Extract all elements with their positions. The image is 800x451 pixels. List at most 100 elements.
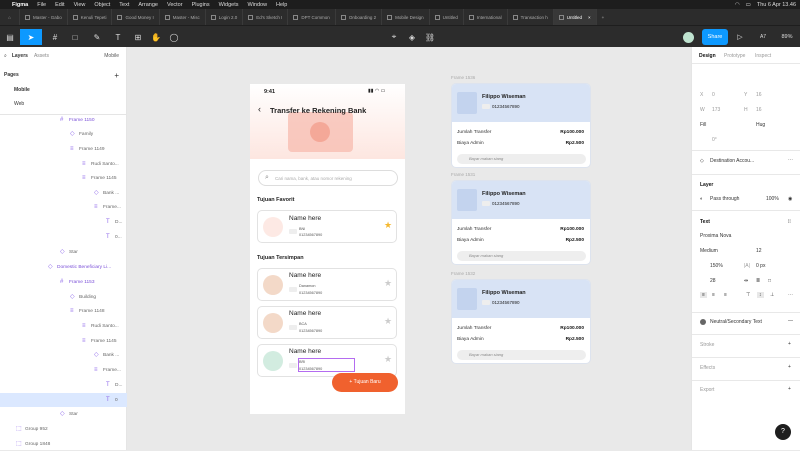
new-tab-icon[interactable]: + (597, 9, 610, 25)
add-effect-icon[interactable]: + (788, 364, 791, 370)
autoheight-icon[interactable]: ≣ (756, 278, 760, 284)
zoom-level[interactable]: 89% (776, 29, 798, 45)
menu-edit[interactable]: Edit (55, 2, 64, 8)
page-select[interactable]: Mobile (104, 53, 119, 59)
transfer-card[interactable]: Filippo Wiseman 01234567890 Jumlah Trans… (451, 83, 591, 168)
menu-view[interactable]: View (74, 2, 86, 8)
clock[interactable]: Thu 6 Apr 13.46 (757, 2, 796, 8)
star-icon[interactable]: ★ (384, 354, 392, 365)
menu-plugins[interactable]: Plugins (192, 2, 210, 8)
layer-item[interactable]: ⬚ Group 952 (16, 422, 143, 436)
present-icon[interactable]: ▷ (734, 29, 746, 45)
file-tab[interactable]: Onboarding 2 (336, 9, 383, 25)
wifi-icon[interactable]: ◠ (735, 2, 740, 8)
file-tab[interactable]: Untitled (430, 9, 464, 25)
tab-prototype[interactable]: Prototype (724, 53, 745, 59)
transfer-card[interactable]: Filippo Wiseman 01234567890 Jumlah Trans… (451, 279, 591, 364)
star-icon[interactable]: ★ (384, 220, 392, 231)
resize-fill[interactable]: Fill (700, 122, 706, 128)
figma-home-icon[interactable]: ⌂ (0, 9, 20, 25)
mask-icon[interactable]: ◈ (404, 29, 420, 45)
search-icon[interactable]: ⌕ (4, 53, 7, 59)
tab-design[interactable]: Design (699, 53, 716, 59)
ai-icon[interactable]: A7 (756, 29, 770, 45)
file-tab[interactable]: Login 2.0 (206, 9, 244, 25)
align-top-icon[interactable]: ⊤ (746, 292, 750, 298)
menu-widgets[interactable]: Widgets (219, 2, 239, 8)
star-icon[interactable]: ★ (384, 316, 392, 327)
frame-tool-icon[interactable]: # (46, 29, 64, 45)
paragraph-spacing-input[interactable]: 28 (710, 278, 716, 284)
line-height-input[interactable]: 150% (710, 263, 723, 269)
fixed-size-icon[interactable]: □ (768, 278, 771, 284)
w-input[interactable]: 173 (712, 107, 720, 113)
frame-label[interactable]: Frame 1532 (451, 271, 475, 276)
file-tab[interactable]: Good Money I (112, 9, 160, 25)
move-tool-icon[interactable]: ➤ (20, 29, 42, 45)
tab-assets[interactable]: Assets (34, 53, 49, 59)
font-weight-select[interactable]: Medium (700, 248, 718, 254)
component-icon[interactable]: ⌖ (386, 29, 402, 45)
blend-mode-select[interactable]: Pass through (710, 196, 739, 202)
file-tab-active[interactable]: Untitled × (553, 9, 597, 25)
back-icon[interactable]: ‹ (258, 104, 261, 114)
link-icon[interactable]: ⛓ (422, 29, 438, 45)
autowidth-icon[interactable]: ⇹ (744, 278, 748, 284)
align-right-icon[interactable]: ≡ (724, 292, 727, 298)
component-name[interactable]: Destination Accou... (710, 158, 754, 164)
resize-hug[interactable]: Hug (756, 122, 765, 128)
y-input[interactable]: 16 (756, 92, 762, 98)
menu-arrange[interactable]: Arrange (138, 2, 158, 8)
mobile-frame[interactable]: 9:41 ▮▮ ◠ ▭ ‹ Transfer ke Rekening Bank … (250, 84, 405, 414)
tab-inspect[interactable]: Inspect (755, 53, 771, 59)
add-page-icon[interactable]: + (114, 71, 119, 80)
align-bottom-icon[interactable]: ⊥ (770, 292, 774, 298)
menu-help[interactable]: Help (276, 2, 287, 8)
font-size-input[interactable]: 12 (756, 248, 762, 254)
resources-icon[interactable]: ⊞ (130, 29, 146, 45)
file-tab[interactable]: Transaction h (508, 9, 554, 25)
file-tab[interactable]: Master - Gabo (20, 9, 68, 25)
hand-tool-icon[interactable]: ✋ (148, 29, 164, 45)
saved-card[interactable]: Name here BCA 01234567890 ★ (257, 306, 397, 339)
file-tab[interactable]: Kenuli Tepeti (68, 9, 113, 25)
rotation-input[interactable]: 0° (712, 137, 717, 143)
align-middle-icon[interactable]: ↕ (757, 292, 764, 298)
file-tab[interactable]: Ed's Sketch I (243, 9, 289, 25)
add-stroke-icon[interactable]: + (788, 341, 791, 347)
detach-icon[interactable]: — (788, 318, 793, 324)
pen-tool-icon[interactable]: ✎ (88, 29, 106, 45)
menu-figma[interactable]: Figma (12, 2, 28, 8)
letter-spacing-input[interactable]: 0 px (756, 263, 765, 269)
add-export-icon[interactable]: + (788, 386, 791, 392)
add-destination-button[interactable]: + Tujuan Baru (332, 373, 398, 392)
avatar[interactable] (680, 29, 696, 45)
align-left-icon[interactable]: ≡ (700, 292, 707, 298)
file-tab[interactable]: DPT Common (288, 9, 336, 25)
align-center-icon[interactable]: ≡ (712, 292, 715, 298)
frame-label[interactable]: Frame 1531 (451, 172, 475, 177)
more-icon[interactable]: ⋯ (788, 292, 793, 298)
page-item-mobile[interactable]: Mobile (14, 83, 141, 97)
favorite-card[interactable]: Name here BNI 01234567890 ★ (257, 210, 397, 243)
h-input[interactable]: 16 (756, 107, 762, 113)
tab-layers[interactable]: Layers (12, 53, 28, 59)
text-style-name[interactable]: Neutral/Secondary Text (710, 319, 762, 325)
share-button[interactable]: Share (702, 29, 728, 45)
x-input[interactable]: 0 (712, 92, 715, 98)
close-icon[interactable]: × (588, 15, 591, 20)
layer-item-selected[interactable]: T0 (0, 393, 127, 407)
menu-window[interactable]: Window (247, 2, 267, 8)
help-button[interactable]: ? (775, 424, 791, 440)
page-item-web[interactable]: Web (14, 97, 141, 111)
transfer-card[interactable]: Filippo Wiseman 01234567890 Jumlah Trans… (451, 180, 591, 265)
menu-vector[interactable]: Vector (167, 2, 183, 8)
comment-tool-icon[interactable]: ◯ (166, 29, 182, 45)
text-styles-icon[interactable]: ⁞⁞ (788, 219, 791, 225)
saved-card[interactable]: Name here Danamon 01234567890 ★ (257, 268, 397, 301)
menu-object[interactable]: Object (94, 2, 110, 8)
text-tool-icon[interactable]: T (110, 29, 126, 45)
layer-item[interactable]: ⬚ Group 1848 (16, 437, 143, 451)
visibility-icon[interactable]: ◉ (788, 196, 792, 202)
file-tab[interactable]: Master - Misc (160, 9, 206, 25)
